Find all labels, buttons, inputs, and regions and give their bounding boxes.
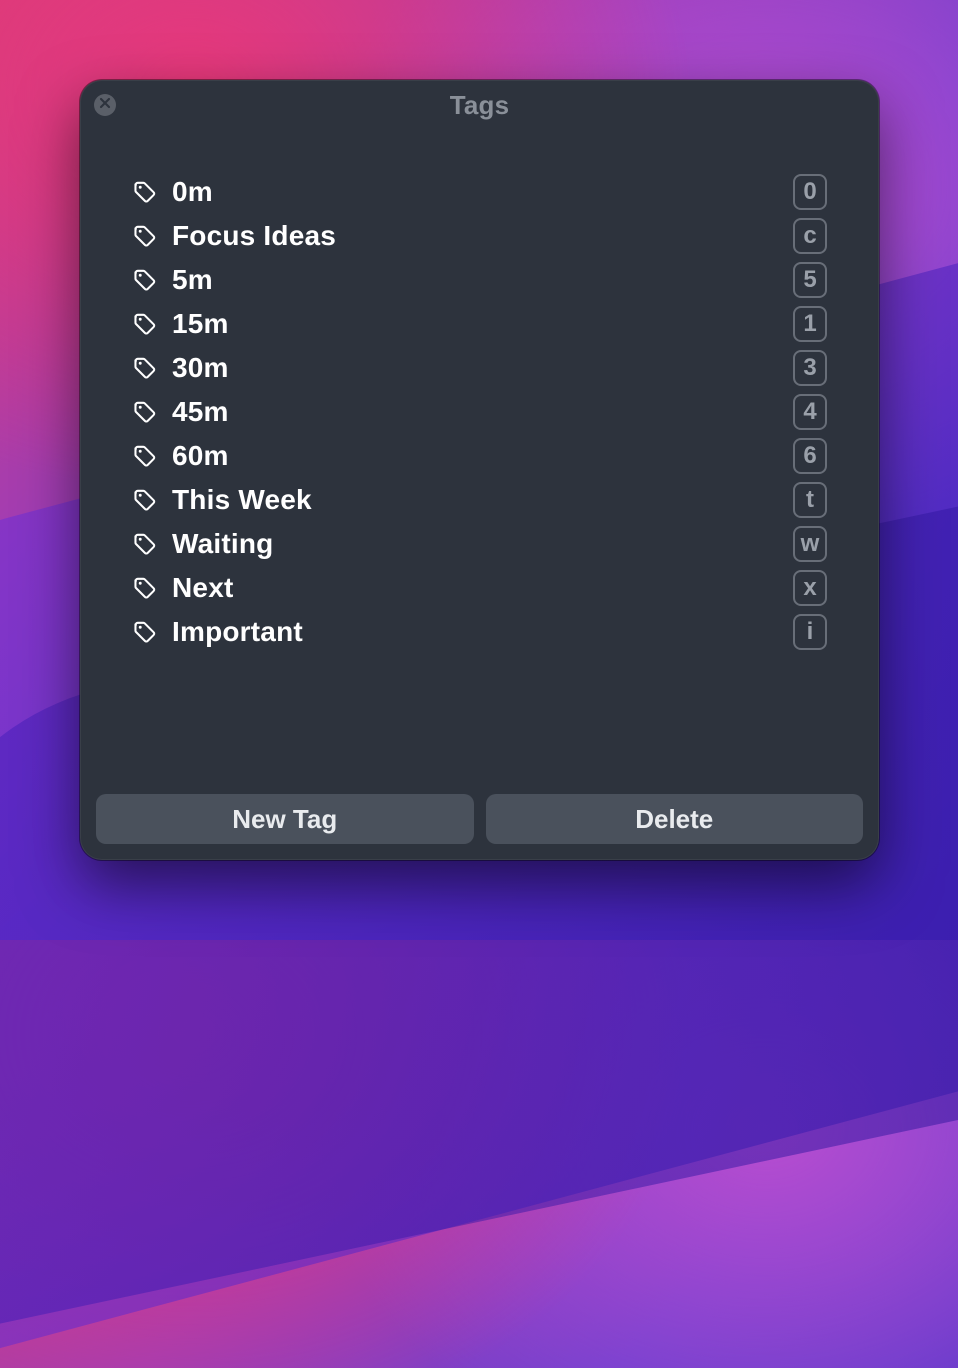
close-icon [99, 96, 111, 114]
tag-row-waiting[interactable]: Waiting w [132, 522, 827, 566]
tag-icon [132, 487, 158, 513]
tag-label: 30m [172, 352, 793, 384]
shortcut-key: 6 [793, 438, 827, 474]
shortcut-key: i [793, 614, 827, 650]
tag-row-this-week[interactable]: This Week t [132, 478, 827, 522]
tag-row-5m[interactable]: 5m 5 [132, 258, 827, 302]
tag-icon [132, 355, 158, 381]
tag-label: 60m [172, 440, 793, 472]
tag-row-0m[interactable]: 0m 0 [132, 170, 827, 214]
tag-label: This Week [172, 484, 793, 516]
shortcut-key: 1 [793, 306, 827, 342]
shortcut-key: 3 [793, 350, 827, 386]
tag-icon [132, 311, 158, 337]
tag-label: 45m [172, 396, 793, 428]
tag-row-next[interactable]: Next x [132, 566, 827, 610]
new-tag-button[interactable]: New Tag [96, 794, 474, 844]
tag-label: Waiting [172, 528, 793, 560]
tag-label: Next [172, 572, 793, 604]
tag-icon [132, 223, 158, 249]
tag-label: 15m [172, 308, 793, 340]
tag-label: 5m [172, 264, 793, 296]
tag-row-important[interactable]: Important i [132, 610, 827, 654]
shortcut-key: 5 [793, 262, 827, 298]
tag-list: 0m 0 Focus Ideas c 5m 5 15m 1 [80, 130, 879, 778]
tag-icon [132, 575, 158, 601]
tag-row-30m[interactable]: 30m 3 [132, 346, 827, 390]
tag-row-60m[interactable]: 60m 6 [132, 434, 827, 478]
tag-label: Important [172, 616, 793, 648]
close-button[interactable] [94, 94, 116, 116]
titlebar: Tags [80, 80, 879, 130]
panel-title: Tags [450, 90, 510, 121]
delete-button[interactable]: Delete [486, 794, 864, 844]
tag-row-focus-ideas[interactable]: Focus Ideas c [132, 214, 827, 258]
tag-row-45m[interactable]: 45m 4 [132, 390, 827, 434]
tag-icon [132, 619, 158, 645]
shortcut-key: t [793, 482, 827, 518]
shortcut-key: c [793, 218, 827, 254]
tag-label: Focus Ideas [172, 220, 793, 252]
tag-icon [132, 443, 158, 469]
tag-row-15m[interactable]: 15m 1 [132, 302, 827, 346]
tag-icon [132, 531, 158, 557]
shortcut-key: x [793, 570, 827, 606]
footer: New Tag Delete [80, 778, 879, 860]
tag-icon [132, 267, 158, 293]
tags-panel: Tags 0m 0 Focus Ideas c 5m 5 [80, 80, 879, 860]
shortcut-key: 0 [793, 174, 827, 210]
shortcut-key: 4 [793, 394, 827, 430]
shortcut-key: w [793, 526, 827, 562]
tag-label: 0m [172, 176, 793, 208]
tag-icon [132, 179, 158, 205]
tag-icon [132, 399, 158, 425]
